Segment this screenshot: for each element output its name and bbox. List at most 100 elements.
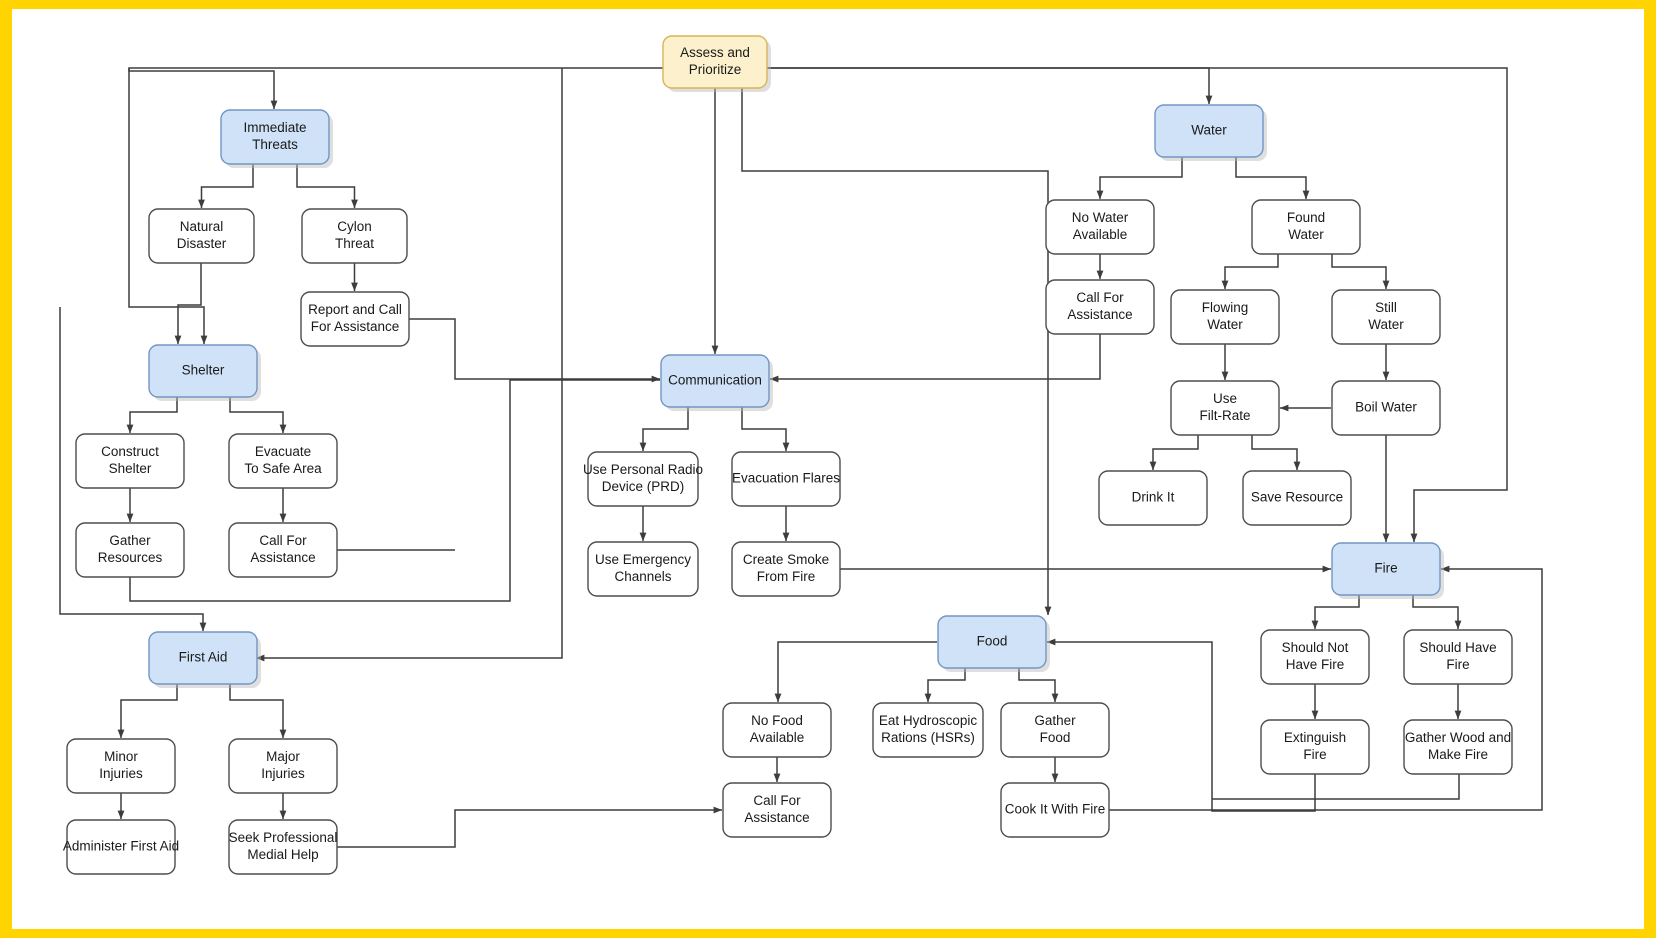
node-immediate[interactable]: Immediate Threats <box>220 109 333 168</box>
node-label: Call For <box>1076 290 1124 305</box>
node-label: Call For <box>753 793 801 808</box>
node-smoke[interactable]: Create Smoke From Fire <box>731 541 841 597</box>
node-shouldnot[interactable]: Should Not Have Fire <box>1260 629 1370 685</box>
node-gather-res[interactable]: Gather Resources <box>75 522 185 578</box>
node-label: Threats <box>252 137 298 152</box>
node-food[interactable]: Food <box>937 615 1050 672</box>
node-label: Food <box>977 634 1008 649</box>
node-layer[interactable]: Assess and Prioritize Immediate Threats Natu… <box>63 35 1513 875</box>
node-prd[interactable]: Use Personal Radio Device (PRD) <box>583 451 703 507</box>
node-label: For Assistance <box>311 319 400 334</box>
node-gatherwood[interactable]: Gather Wood and Make Fire <box>1403 719 1513 775</box>
node-label: Assistance <box>250 550 315 565</box>
node-label: Shelter <box>109 461 152 476</box>
node-cook[interactable]: Cook It With Fire <box>1000 782 1110 838</box>
node-label: From Fire <box>757 569 816 584</box>
node-label: Assess and <box>680 45 750 60</box>
node-boil[interactable]: Boil Water <box>1331 380 1441 436</box>
node-foundwater[interactable]: Found Water <box>1251 199 1361 255</box>
node-hsr[interactable]: Eat Hydroscopic Rations (HSRs) <box>872 702 984 758</box>
node-label: Drink It <box>1132 490 1175 505</box>
node-label: First Aid <box>179 650 228 665</box>
node-label: Flowing <box>1202 300 1249 315</box>
node-gatherfood[interactable]: Gather Food <box>1000 702 1110 758</box>
edge-water-to-foundwater <box>1235 157 1310 200</box>
node-label: Create Smoke <box>743 552 829 567</box>
node-firstaid[interactable]: First Aid <box>148 631 261 688</box>
node-report[interactable]: Report and Call For Assistance <box>300 291 410 347</box>
node-drink[interactable]: Drink It <box>1098 470 1208 526</box>
node-shelter[interactable]: Shelter <box>148 344 261 401</box>
node-label: Use <box>1213 391 1237 406</box>
node-minor[interactable]: Minor Injuries <box>66 738 176 794</box>
node-administer[interactable]: Administer First Aid <box>63 819 179 875</box>
node-label: Gather <box>1034 713 1076 728</box>
node-label: Evacuate <box>255 444 311 459</box>
node-label: Filt-Rate <box>1199 408 1250 423</box>
edge-foundwater-to-still <box>1331 254 1390 290</box>
node-label: Report and Call <box>308 302 402 317</box>
node-comm[interactable]: Communication <box>660 354 773 411</box>
node-major[interactable]: Major Injuries <box>228 738 338 794</box>
edge-gather-wood-rail <box>1212 774 1460 800</box>
node-label: Minor <box>104 749 138 764</box>
node-label: Extinguish <box>1284 730 1346 745</box>
node-label: Prioritize <box>689 62 742 77</box>
node-label: Eat Hydroscopic <box>879 713 978 728</box>
node-nofood[interactable]: No Food Available <box>722 702 832 758</box>
node-seek[interactable]: Seek Professional Medial Help <box>228 819 338 875</box>
node-label: Fire <box>1374 561 1397 576</box>
node-label: Save Resource <box>1251 490 1343 505</box>
node-label: Cylon <box>337 219 372 234</box>
node-filtrate[interactable]: Use Filt-Rate <box>1170 380 1280 436</box>
node-exting[interactable]: Extinguish Fire <box>1260 719 1370 775</box>
node-callwater[interactable]: Call For Assistance <box>1045 279 1155 335</box>
node-label: Use Personal Radio <box>583 462 703 477</box>
node-call-shelter[interactable]: Call For Assistance <box>228 522 338 578</box>
node-flowing[interactable]: Flowing Water <box>1170 289 1280 345</box>
node-label: Use Emergency <box>595 552 691 567</box>
node-still[interactable]: Still Water <box>1331 289 1441 345</box>
node-label: Administer First Aid <box>63 839 179 854</box>
node-label: Should Have <box>1419 640 1496 655</box>
node-label: Found <box>1287 210 1325 225</box>
node-label: Assistance <box>744 810 809 825</box>
node-label: Threat <box>335 236 374 251</box>
node-label: Construct <box>101 444 159 459</box>
node-shouldhave[interactable]: Should Have Fire <box>1403 629 1513 685</box>
node-cylon[interactable]: Cylon Threat <box>301 208 408 264</box>
node-flares[interactable]: Evacuation Flares <box>731 451 841 507</box>
node-evacuate[interactable]: Evacuate To Safe Area <box>228 433 338 489</box>
node-label: Seek Professional <box>229 830 338 845</box>
flowchart-svg[interactable]: Assess and Prioritize Immediate Threats Natu… <box>12 9 1644 929</box>
node-fire[interactable]: Fire <box>1331 542 1444 599</box>
node-natural[interactable]: Natural Disaster <box>148 208 255 264</box>
node-label: Communication <box>668 373 762 388</box>
edge-firstaid-to-major <box>229 684 287 739</box>
edge-report-to-communication <box>409 318 661 383</box>
node-label: Water <box>1288 227 1324 242</box>
node-label: Water <box>1368 317 1404 332</box>
edge-assess-to-immediate <box>128 67 663 110</box>
node-label: Available <box>750 730 805 745</box>
node-label: To Safe Area <box>244 461 322 476</box>
edge-immediate-to-natural <box>198 164 254 209</box>
node-water[interactable]: Water <box>1154 104 1267 161</box>
flowchart-canvas[interactable]: Assess and Prioritize Immediate Threats Natu… <box>12 9 1644 929</box>
edge-food-to-no-food <box>774 641 937 703</box>
node-nowater[interactable]: No Water Available <box>1045 199 1155 255</box>
edge-shelter-to-construct <box>126 397 178 434</box>
edge-seek-to-call-for-assistance-food <box>337 806 723 848</box>
screenshot-frame: Assess and Prioritize Immediate Threats Natu… <box>0 0 1656 938</box>
node-label: Medial Help <box>247 847 318 862</box>
edge-call-water-to-communication <box>769 334 1101 383</box>
node-emergchan[interactable]: Use Emergency Channels <box>587 541 699 597</box>
node-callfood[interactable]: Call For Assistance <box>722 782 832 838</box>
node-save[interactable]: Save Resource <box>1242 470 1352 526</box>
node-label: No Water <box>1072 210 1129 225</box>
node-label: Resources <box>98 550 163 565</box>
node-construct[interactable]: Construct Shelter <box>75 433 185 489</box>
node-label: Food <box>1040 730 1071 745</box>
node-assess[interactable]: Assess and Prioritize <box>662 35 771 92</box>
edge-assess-to-food <box>741 88 1052 616</box>
